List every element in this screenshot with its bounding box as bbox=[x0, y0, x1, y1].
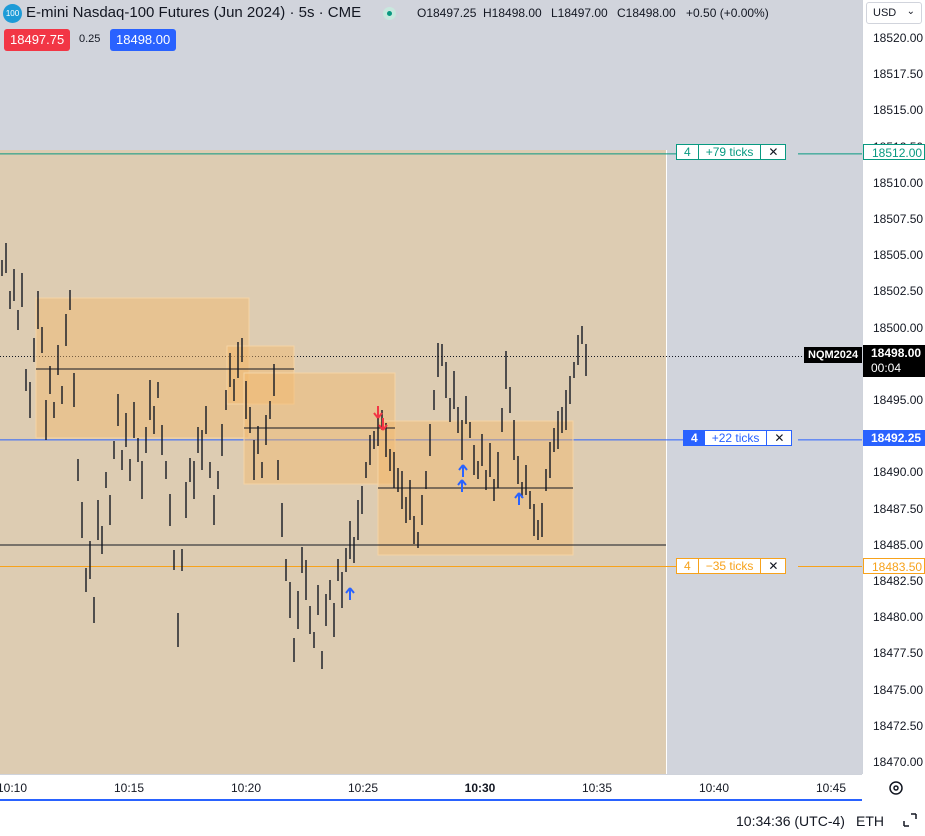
time-tick-label: 10:30 bbox=[464, 781, 496, 795]
position-order[interactable]: 4 +22 ticks ✕ bbox=[683, 430, 793, 446]
last-price-label: 18498.00 00:04 bbox=[863, 345, 925, 377]
last-price-value: 18498.00 bbox=[871, 346, 922, 360]
close-icon[interactable]: ✕ bbox=[760, 145, 785, 159]
price-tick-label: 18505.00 bbox=[873, 248, 924, 263]
settings-icon[interactable] bbox=[886, 778, 906, 798]
time-tick-label: 10:40 bbox=[698, 781, 730, 795]
time-axis[interactable]: 10:10 10:15 10:20 10:25 10:30 10:35 10:40 10:45 bbox=[0, 774, 862, 801]
price-tick-label: 18490.00 bbox=[873, 465, 924, 480]
price-tick-label: 18510.00 bbox=[873, 175, 924, 190]
buy-arrow-icon bbox=[345, 587, 355, 600]
price-tick-label: 18517.50 bbox=[873, 67, 924, 82]
price-tick-label: 18482.50 bbox=[873, 574, 924, 588]
ohlc-open: O18497.25 bbox=[417, 6, 477, 20]
currency-select[interactable]: USD ⌄ bbox=[866, 2, 922, 24]
close-icon[interactable]: ✕ bbox=[766, 431, 791, 445]
price-tick-label: 18470.00 bbox=[873, 755, 924, 769]
time-tick-label: 10:35 bbox=[581, 781, 613, 795]
price-tick-label: 18487.50 bbox=[873, 501, 924, 516]
price-tick-label: 18495.00 bbox=[873, 393, 924, 407]
market-status-icon[interactable] bbox=[383, 7, 396, 20]
price-tick-label: 18475.00 bbox=[873, 682, 924, 697]
symbol-title[interactable]: E-mini Nasdaq-100 Futures (Jun 2024) · 5… bbox=[26, 4, 361, 21]
session-label[interactable]: ETH bbox=[856, 813, 884, 829]
chart-pane[interactable] bbox=[0, 0, 862, 774]
price-tick-label: 18485.00 bbox=[873, 537, 924, 552]
tp-qty: 4 bbox=[677, 145, 699, 159]
sl-qty: 4 bbox=[677, 559, 699, 573]
price-tick-label: 18520.00 bbox=[873, 31, 924, 45]
ohlc-close: C18498.00 bbox=[617, 6, 676, 20]
status-bar: 10:34:36 (UTC-4) ETH bbox=[0, 801, 925, 836]
clock-time[interactable]: 10:34:36 (UTC-4) bbox=[736, 813, 845, 829]
buy-button[interactable]: 18498.00 bbox=[110, 29, 177, 51]
take-profit-order[interactable]: 4 +79 ticks ✕ bbox=[676, 144, 787, 160]
spread-value: 0.25 bbox=[79, 33, 101, 45]
sl-label: −35 ticks bbox=[705, 559, 754, 573]
pos-label: +22 ticks bbox=[711, 431, 760, 445]
ohlc-high: H18498.00 bbox=[483, 6, 542, 20]
currency-label: USD bbox=[873, 7, 897, 19]
symbol-logo-icon: 100 bbox=[3, 4, 22, 23]
price-tick-label: 18472.50 bbox=[873, 718, 924, 733]
price-tick-label: 18480.00 bbox=[873, 610, 924, 625]
price-tick-label: 18507.50 bbox=[873, 212, 924, 226]
time-tick-label: 10:45 bbox=[815, 781, 847, 795]
time-tick-label: 10:25 bbox=[347, 781, 379, 795]
price-tick-label: 18500.00 bbox=[873, 320, 924, 335]
stop-loss-order[interactable]: 4 −35 ticks ✕ bbox=[676, 558, 787, 574]
price-tick-label: 18477.50 bbox=[873, 646, 924, 661]
price-axis[interactable]: 18520.0018517.5018515.0018512.5018510.00… bbox=[862, 0, 925, 774]
close-icon[interactable]: ✕ bbox=[760, 559, 785, 573]
tp-price-label: 18512.00 bbox=[863, 144, 925, 160]
time-tick-label: 10:20 bbox=[230, 781, 262, 795]
ohlc-change: +0.50 (+0.00%) bbox=[686, 6, 769, 20]
price-tick-label: 18515.00 bbox=[873, 103, 924, 118]
ohlc-low: L18497.00 bbox=[551, 6, 608, 20]
sl-price-label: 18483.50 bbox=[863, 558, 925, 574]
pos-qty: 4 bbox=[684, 431, 705, 445]
time-tick-label: 10:15 bbox=[113, 781, 145, 795]
price-tick-label: 18502.50 bbox=[873, 284, 924, 299]
tp-label: +79 ticks bbox=[705, 145, 754, 159]
bar-countdown: 00:04 bbox=[871, 361, 902, 375]
price-chart[interactable] bbox=[0, 0, 862, 774]
fullscreen-icon[interactable] bbox=[903, 813, 917, 827]
range-box bbox=[35, 297, 250, 439]
sell-button[interactable]: 18497.75 bbox=[4, 29, 71, 51]
symbol-price-tag: NQM2024 bbox=[804, 347, 863, 363]
time-tick-label: 10:10 bbox=[0, 781, 28, 795]
position-price-label: 18492.25 bbox=[863, 430, 925, 446]
chevron-down-icon: ⌄ bbox=[906, 6, 915, 17]
